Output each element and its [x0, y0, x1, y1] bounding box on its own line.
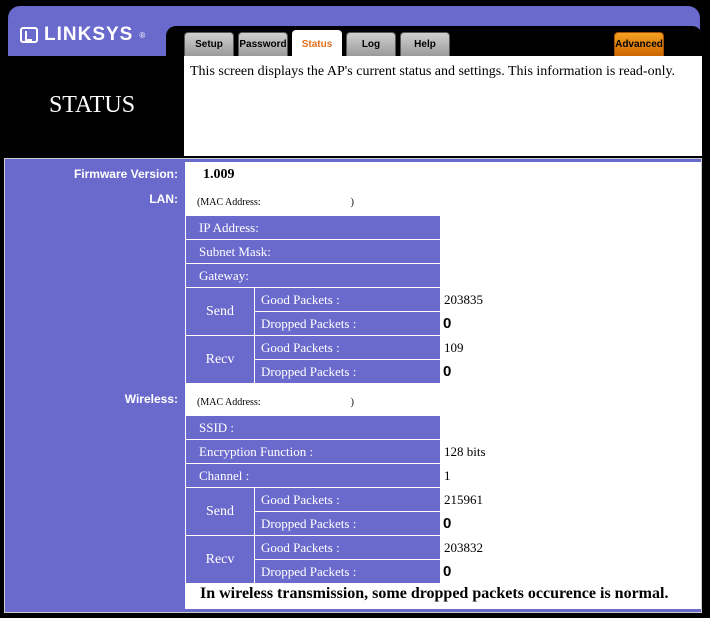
- wireless-mac-address: (MAC Address: ): [197, 397, 354, 408]
- lan-gateway-label: Gateway:: [186, 264, 440, 287]
- lan-send-good-value: 203835: [444, 292, 483, 307]
- brand-name: LINKSYS: [44, 24, 134, 45]
- lan-recv-label: Recv: [186, 336, 254, 383]
- page-description: This screen displays the AP's current st…: [190, 64, 676, 79]
- wireless-recv-dropped-value: 0: [443, 563, 452, 580]
- wireless-send-good-value: 215961: [444, 492, 483, 507]
- wireless-send-dropped-value: 0: [443, 515, 452, 532]
- lan-recv-dropped-label: Dropped Packets :: [255, 360, 440, 383]
- tab-help[interactable]: Help: [400, 32, 450, 56]
- lan-send-good-label: Good Packets :: [255, 288, 440, 311]
- wireless-encryption-value: 128 bits: [444, 444, 486, 459]
- lan-send-dropped-label: Dropped Packets :: [255, 312, 440, 335]
- wireless-recv-good-value: 203832: [444, 540, 483, 555]
- lan-recv-dropped-value: 0: [443, 363, 452, 380]
- brand-reg: ®: [139, 30, 147, 40]
- wireless-recv-good-label: Good Packets :: [255, 536, 440, 559]
- linksys-mark-icon: [20, 27, 38, 43]
- wireless-recv-label: Recv: [186, 536, 254, 583]
- wireless-recv-dropped-label: Dropped Packets :: [255, 560, 440, 583]
- wireless-encryption-label: Encryption Function :: [186, 440, 440, 463]
- firmware-label: Firmware Version:: [73, 167, 178, 181]
- wireless-send-dropped-label: Dropped Packets :: [255, 512, 440, 535]
- dropped-packets-note: In wireless transmission, some dropped p…: [200, 585, 669, 602]
- lan-recv-good-value: 109: [444, 340, 464, 355]
- linksys-logo: LINKSYS ®: [20, 24, 146, 46]
- wireless-send-good-label: Good Packets :: [255, 488, 440, 511]
- lan-recv-good-label: Good Packets :: [255, 336, 440, 359]
- lan-label: LAN:: [149, 192, 178, 206]
- advanced-button[interactable]: Advanced: [614, 32, 664, 56]
- lan-mac-address: (MAC Address: ): [197, 197, 354, 208]
- lan-ip-label: IP Address:: [186, 216, 440, 239]
- tab-log[interactable]: Log: [346, 32, 396, 56]
- lan-send-label: Send: [186, 288, 254, 335]
- lan-send-dropped-value: 0: [443, 315, 452, 332]
- wireless-label: Wireless:: [124, 392, 178, 406]
- tab-status[interactable]: Status: [292, 30, 342, 58]
- wireless-channel-label: Channel :: [186, 464, 440, 487]
- tab-password[interactable]: Password: [238, 32, 288, 56]
- firmware-value: 1.009: [203, 167, 235, 182]
- wireless-ssid-label: SSID :: [186, 416, 440, 439]
- tab-setup[interactable]: Setup: [184, 32, 234, 56]
- wireless-channel-value: 1: [444, 468, 451, 483]
- lan-subnet-label: Subnet Mask:: [186, 240, 440, 263]
- page-title: STATUS: [48, 92, 136, 118]
- wireless-send-label: Send: [186, 488, 254, 535]
